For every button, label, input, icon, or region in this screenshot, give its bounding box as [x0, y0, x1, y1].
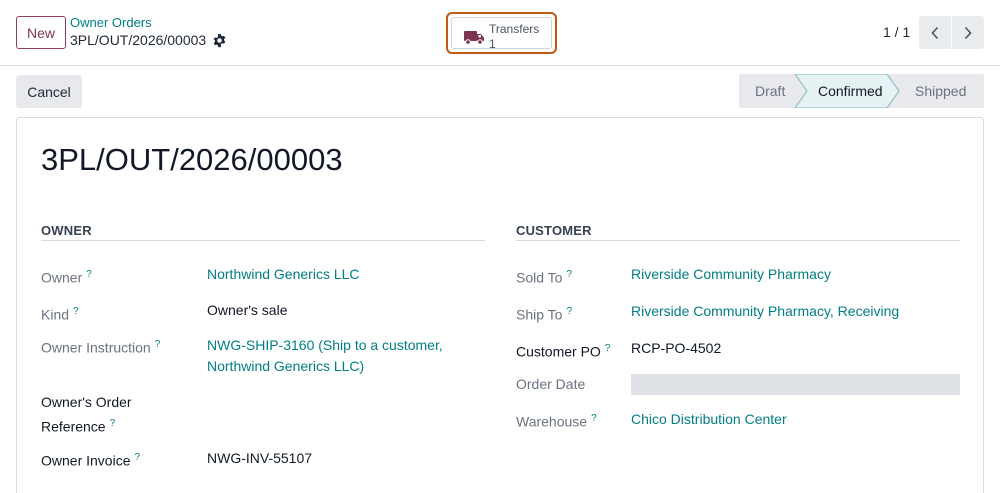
customer-group-title: CUSTOMER: [516, 223, 592, 238]
owners-order-reference-field-label: Owner's Order Reference?: [41, 394, 132, 435]
new-button[interactable]: New: [16, 16, 66, 49]
help-icon[interactable]: ?: [86, 269, 92, 280]
order-date-field-label: Order Date: [516, 376, 586, 392]
help-icon[interactable]: ?: [73, 306, 79, 317]
warehouse-field-value[interactable]: Chico Distribution Center: [631, 409, 787, 430]
pager-previous-button[interactable]: [919, 16, 951, 49]
smart-button-frame: Transfers 1: [451, 17, 552, 51]
help-icon[interactable]: ?: [566, 269, 572, 280]
help-icon[interactable]: ?: [134, 452, 140, 463]
help-icon[interactable]: ?: [110, 418, 116, 429]
status-stage-draft[interactable]: Draft: [755, 83, 785, 99]
sold-to-field-value[interactable]: Riverside Community Pharmacy: [631, 264, 831, 285]
breadcrumb-owner-orders[interactable]: Owner Orders: [70, 15, 152, 30]
smart-button-count: 1: [489, 37, 496, 51]
ship-to-field-value[interactable]: Riverside Community Pharmacy, Receiving: [631, 301, 899, 322]
owner-invoice-field-label: Owner Invoice?: [41, 452, 141, 469]
owners-order-reference-field-input[interactable]: [207, 392, 477, 413]
owner-instruction-field-label: Owner Instruction?: [41, 339, 161, 356]
owner-instruction-value-line-2: Northwind Generics LLC): [207, 358, 365, 374]
owner-group-title: OWNER: [41, 223, 92, 238]
help-icon[interactable]: ?: [566, 306, 572, 317]
chevron-left-icon: [931, 26, 939, 39]
pager-next-button[interactable]: [952, 16, 984, 49]
customer-po-field-label: Customer PO?: [516, 343, 611, 360]
ship-to-field-label: Ship To?: [516, 306, 573, 323]
owner-field-label: Owner?: [41, 269, 92, 286]
status-bar: Draft Confirmed Shipped: [739, 74, 984, 108]
owner-instruction-value-line-1: NWG-SHIP-3160 (Ship to a customer,: [207, 337, 443, 353]
form-sheet: 3PL/OUT/2026/00003 OWNER Owner? Northwin…: [16, 117, 984, 493]
help-icon[interactable]: ?: [155, 339, 161, 350]
chevron-right-icon: [964, 26, 972, 39]
pager-value[interactable]: 1 / 1: [883, 24, 910, 40]
transfers-smart-button[interactable]: Transfers 1: [446, 12, 557, 54]
status-stage-shipped[interactable]: Shipped: [915, 83, 966, 99]
warehouse-field-label: Warehouse?: [516, 413, 597, 430]
breadcrumb-current-record: 3PL/OUT/2026/00003: [70, 32, 207, 48]
owner-group-divider: [41, 240, 485, 241]
smart-button-label: Transfers: [489, 22, 540, 36]
gear-icon[interactable]: [212, 33, 227, 48]
kind-field-value[interactable]: Owner's sale: [207, 300, 287, 321]
help-icon[interactable]: ?: [605, 343, 611, 354]
sold-to-field-label: Sold To?: [516, 269, 573, 286]
owner-instruction-field-value[interactable]: NWG-SHIP-3160 (Ship to a customer, North…: [207, 335, 443, 377]
kind-field-label: Kind?: [41, 306, 79, 323]
order-date-field-input[interactable]: [631, 374, 960, 395]
record-title: 3PL/OUT/2026/00003: [41, 142, 343, 177]
help-icon[interactable]: ?: [591, 413, 597, 424]
control-panel: New Owner Orders 3PL/OUT/2026/00003 Tran…: [0, 0, 1000, 66]
cancel-button[interactable]: Cancel: [16, 75, 82, 108]
truck-icon: [464, 31, 484, 45]
customer-po-field-value[interactable]: RCP-PO-4502: [631, 338, 721, 359]
customer-group-divider: [516, 240, 960, 241]
owner-field-value[interactable]: Northwind Generics LLC: [207, 264, 360, 285]
status-stage-confirmed[interactable]: Confirmed: [818, 83, 883, 99]
owner-invoice-field-value[interactable]: NWG-INV-55107: [207, 448, 312, 469]
